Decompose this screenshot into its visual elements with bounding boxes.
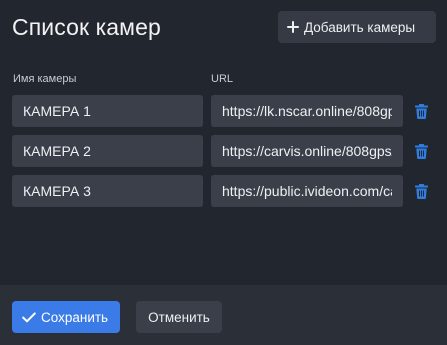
add-cameras-button[interactable]: Добавить камеры <box>278 11 436 43</box>
camera-name-input[interactable] <box>12 135 203 167</box>
camera-url-input[interactable] <box>211 135 403 167</box>
trash-icon[interactable] <box>415 104 428 119</box>
trash-icon[interactable] <box>415 184 428 199</box>
camera-row <box>0 135 447 167</box>
camera-row <box>0 95 447 127</box>
dialog-footer: Сохранить Отменить <box>0 285 447 345</box>
add-cameras-label: Добавить камеры <box>304 19 416 35</box>
column-label-url: URL <box>211 73 234 85</box>
plus-icon <box>287 21 299 33</box>
camera-url-input[interactable] <box>211 95 403 127</box>
dialog-header: Список камер Добавить камеры <box>0 0 447 56</box>
save-label: Сохранить <box>41 309 109 325</box>
check-icon <box>22 311 36 322</box>
camera-url-input[interactable] <box>211 175 403 207</box>
camera-row <box>0 175 447 207</box>
camera-list-dialog: Список камер Добавить камеры Имя камеры … <box>0 0 447 345</box>
column-label-name: Имя камеры <box>13 73 77 85</box>
save-button[interactable]: Сохранить <box>12 301 120 333</box>
dialog-title: Список камер <box>12 14 161 40</box>
trash-icon[interactable] <box>415 144 428 159</box>
cancel-button[interactable]: Отменить <box>136 301 222 333</box>
camera-name-input[interactable] <box>12 95 203 127</box>
camera-name-input[interactable] <box>12 175 203 207</box>
